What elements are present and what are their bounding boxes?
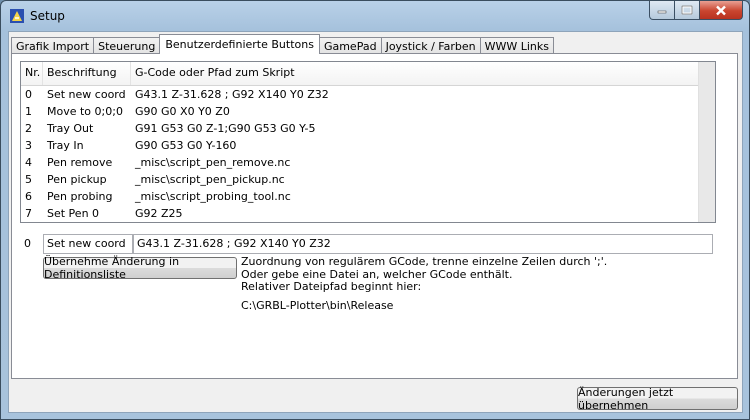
minimize-button[interactable] (649, 1, 675, 20)
base-path: C:\GRBL-Plotter\bin\Release (241, 299, 394, 312)
cell-nr: 1 (25, 105, 32, 118)
table-scrollbar[interactable] (698, 62, 715, 222)
tab-label: GamePad (323, 39, 377, 53)
cell-nr: 5 (25, 173, 32, 186)
table-header: Nr. Beschriftung G-Code oder Pfad zum Sk… (21, 62, 701, 86)
tab-strip: Grafik Import Steuerung Benutzerdefinier… (11, 34, 554, 54)
cell-nr: 6 (25, 190, 32, 203)
table-row[interactable]: 5 Pen pickup _misc\script_pen_pickup.nc (21, 171, 701, 188)
button-name-field[interactable]: Set new coord (43, 234, 133, 254)
table-row[interactable]: 4 Pen remove _misc\script_pen_remove.nc (21, 154, 701, 171)
cell-code: _misc\script_probing_tool.nc (135, 190, 291, 203)
tab-benutzerdefinierte-buttons[interactable]: Benutzerdefinierte Buttons (159, 34, 320, 54)
cell-code: G90 G53 G0 Y-160 (135, 139, 237, 152)
tab-joystick-farben[interactable]: Joystick / Farben (380, 37, 481, 54)
window-controls (649, 1, 743, 21)
cell-label: Pen pickup (47, 173, 107, 186)
tab-label: Benutzerdefinierte Buttons (165, 38, 314, 51)
tab-label: Grafik Import (16, 39, 90, 53)
cell-code: _misc\script_pen_pickup.nc (135, 173, 285, 186)
title-bar[interactable]: Setup (1, 1, 749, 31)
client-area: Grafik Import Steuerung Benutzerdefinier… (8, 31, 743, 413)
tab-gamepad[interactable]: GamePad (318, 37, 382, 54)
edit-index: 0 (24, 237, 31, 250)
cell-label: Pen remove (47, 156, 113, 169)
close-icon (716, 5, 726, 15)
cell-nr: 2 (25, 122, 32, 135)
save-changes-button[interactable]: Änderungen jetzt übernehmen (577, 385, 738, 412)
cell-code: G91 G53 G0 Z-1;G90 G53 G0 Y-5 (135, 122, 316, 135)
cell-label: Tray In (47, 139, 84, 152)
app-icon (10, 9, 24, 23)
table-row[interactable]: 7 Set Pen 0 G92 Z25 (21, 205, 701, 222)
table-row[interactable]: 6 Pen probing _misc\script_probing_tool.… (21, 188, 701, 205)
cell-nr: 7 (25, 207, 32, 220)
help-line-3: Relativer Dateipfad beginnt hier: (241, 280, 422, 293)
window-title: Setup (30, 9, 65, 23)
table-row[interactable]: 3 Tray In G90 G53 G0 Y-160 (21, 137, 701, 154)
header-nr[interactable]: Nr. (21, 62, 43, 85)
tab-label: Joystick / Farben (385, 39, 476, 53)
maximize-icon (681, 5, 693, 15)
tab-www-links[interactable]: WWW Links (479, 37, 554, 54)
setup-window: Setup Grafik Import Steuerung Benutzerde… (0, 0, 750, 420)
button-definitions-table[interactable]: Nr. Beschriftung G-Code oder Pfad zum Sk… (20, 61, 716, 223)
maximize-button[interactable] (675, 1, 700, 20)
header-beschriftung[interactable]: Beschriftung (43, 62, 131, 85)
cell-label: Move to 0;0;0 (47, 105, 123, 118)
tab-steuerung[interactable]: Steuerung (93, 37, 161, 54)
cell-label: Set new coord (47, 88, 126, 101)
minimize-icon (657, 10, 667, 14)
cell-nr: 0 (25, 88, 32, 101)
header-gcode[interactable]: G-Code oder Pfad zum Skript (131, 62, 701, 85)
table-row[interactable]: 1 Move to 0;0;0 G90 G0 X0 Y0 Z0 (21, 103, 701, 120)
cell-code: _misc\script_pen_remove.nc (135, 156, 291, 169)
apply-to-list-label: Übernehme Änderung in Definitionsliste (44, 255, 180, 281)
cell-nr: 4 (25, 156, 32, 169)
close-button[interactable] (700, 1, 743, 20)
cell-code: G90 G0 X0 Y0 Z0 (135, 105, 230, 118)
save-changes-label: Änderungen jetzt übernehmen (578, 385, 674, 412)
cell-label: Set Pen 0 (47, 207, 100, 220)
table-row[interactable]: 0 Set new coord G43.1 Z-31.628 ; G92 X14… (21, 86, 701, 103)
gcode-field[interactable]: G43.1 Z-31.628 ; G92 X140 Y0 Z32 (133, 234, 713, 254)
table-row[interactable]: 2 Tray Out G91 G53 G0 Z-1;G90 G53 G0 Y-5 (21, 120, 701, 137)
custom-buttons-panel: Nr. Beschriftung G-Code oder Pfad zum Sk… (11, 53, 738, 379)
help-line-1: Zuordnung von regulärem GCode, trenne ei… (241, 255, 608, 268)
tab-label: Steuerung (98, 39, 156, 53)
tab-label: WWW Links (484, 39, 549, 53)
cell-label: Pen probing (47, 190, 113, 203)
help-text: Zuordnung von regulärem GCode, trenne ei… (241, 255, 608, 294)
tab-grafik-import[interactable]: Grafik Import (11, 37, 95, 54)
cell-nr: 3 (25, 139, 32, 152)
apply-to-list-button[interactable]: Übernehme Änderung in Definitionsliste (43, 255, 237, 281)
cell-code: G43.1 Z-31.628 ; G92 X140 Y0 Z32 (135, 88, 329, 101)
cell-code: G92 Z25 (135, 207, 183, 220)
cell-label: Tray Out (47, 122, 94, 135)
